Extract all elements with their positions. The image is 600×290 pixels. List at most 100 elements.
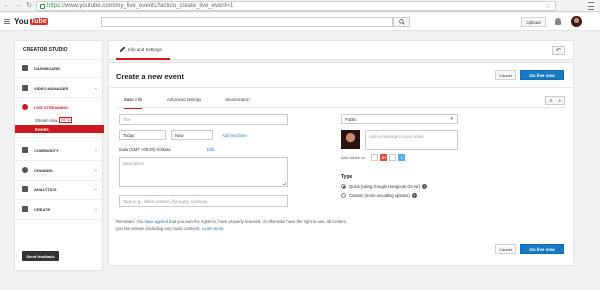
resize-handle[interactable] bbox=[283, 182, 286, 185]
timezone-label: India (GMT +05:30) Kolkata bbox=[119, 147, 171, 152]
divider bbox=[15, 180, 104, 181]
notifications-bell-icon[interactable] bbox=[555, 18, 561, 25]
search-button[interactable] bbox=[393, 17, 410, 27]
logo-you: You bbox=[14, 17, 29, 26]
radio-button[interactable] bbox=[341, 184, 346, 189]
create-icon bbox=[22, 206, 28, 212]
address-bar[interactable]: https:// www.youtube.com/my_live_events?… bbox=[36, 1, 556, 11]
chevron-down-icon: ⌄ bbox=[93, 186, 98, 192]
twitter-icon[interactable]: t bbox=[398, 154, 406, 161]
lock-icon bbox=[40, 3, 45, 9]
divider bbox=[116, 107, 566, 108]
back-arrow-icon[interactable]: ← bbox=[3, 2, 11, 10]
help-icon[interactable]: ? bbox=[411, 193, 417, 198]
divider bbox=[15, 97, 104, 98]
sidebar-subitem-stream-now[interactable]: Stream now BETA bbox=[15, 116, 104, 124]
share-checkbox[interactable] bbox=[371, 154, 379, 161]
help-icon[interactable]: ? bbox=[422, 184, 428, 189]
tab-info-and-settings[interactable]: Info and Settings bbox=[116, 41, 170, 60]
account-avatar[interactable] bbox=[571, 16, 582, 27]
logo-tube: Tube bbox=[29, 18, 48, 25]
sidebar-item-label: ANALYTICS bbox=[34, 186, 57, 192]
browser-toolbar: ← → ↻ https:// www.youtube.com/my_live_e… bbox=[0, 0, 600, 12]
subitem-label: Stream now bbox=[35, 117, 58, 123]
event-tabstrip: Info and Settings ↶ bbox=[108, 40, 574, 60]
rights-reminder: Reminder: You have agreed that you own t… bbox=[116, 219, 349, 232]
send-feedback-button[interactable]: Send feedback bbox=[22, 251, 59, 261]
also-share-row: Also share on G+ t bbox=[341, 154, 406, 161]
dashboard-icon bbox=[22, 65, 28, 71]
share-checkbox[interactable] bbox=[389, 154, 397, 161]
view-options-toggle[interactable]: ⚙ ▾ bbox=[545, 96, 565, 105]
privacy-select[interactable]: Public ▾ bbox=[341, 114, 458, 124]
tab-monetization[interactable]: Monetization bbox=[226, 97, 250, 102]
start-date-input[interactable]: Today bbox=[119, 130, 166, 140]
creator-studio-sidebar: CREATOR STUDIO DASHBOARD VIDEO MANAGER ⌄… bbox=[14, 40, 104, 271]
sidebar-item-channel[interactable]: CHANNEL ⌄ bbox=[15, 165, 104, 175]
sidebar-item-dashboard[interactable]: DASHBOARD bbox=[15, 63, 104, 73]
tab-label: Info and Settings bbox=[128, 47, 162, 52]
tab-advanced-settings[interactable]: Advanced settings bbox=[167, 97, 201, 102]
subitem-label: Events bbox=[35, 126, 49, 132]
cancel-button-bottom[interactable]: Cancel bbox=[495, 244, 516, 254]
youtube-header: You Tube Upload bbox=[0, 13, 600, 31]
sidebar-item-label: VIDEO MANAGER bbox=[34, 85, 69, 91]
sidebar-item-label: CREATE bbox=[34, 206, 51, 212]
add-end-time-link[interactable]: Add end time bbox=[222, 133, 247, 138]
type-custom-option[interactable]: Custom (more encoding options) ? bbox=[341, 193, 417, 198]
sidebar-item-live-streaming[interactable]: LIVE STREAMING bbox=[15, 102, 104, 112]
video-manager-icon bbox=[22, 85, 28, 91]
go-live-now-button[interactable]: Go live now bbox=[520, 70, 564, 80]
browser-menu-icon[interactable] bbox=[588, 2, 594, 10]
url-scheme: https:// bbox=[47, 3, 66, 9]
learn-more-link[interactable]: Learn more. bbox=[202, 226, 225, 231]
guide-menu-icon[interactable] bbox=[4, 19, 10, 24]
settings-icon: ⚙ bbox=[549, 98, 553, 103]
type-heading: Type bbox=[341, 174, 353, 180]
divider bbox=[15, 137, 104, 138]
divider bbox=[15, 59, 104, 60]
tags-input[interactable]: Tags (e.g., albert einstein, flying pig,… bbox=[119, 195, 288, 207]
sidebar-item-community[interactable]: COMMUNITY ⌄ bbox=[15, 145, 104, 155]
sidebar-subitem-events[interactable]: Events bbox=[15, 125, 104, 133]
message-placeholder: Add a message to your video bbox=[369, 134, 424, 139]
also-share-label: Also share on bbox=[341, 155, 366, 160]
back-button[interactable]: ↶ bbox=[552, 46, 565, 55]
type-quick-option[interactable]: Quick (using Google Hangouts On Air) ? bbox=[341, 184, 428, 189]
chevron-down-icon: ⌄ bbox=[93, 147, 98, 153]
go-live-now-button-bottom[interactable]: Go live now bbox=[520, 244, 564, 254]
caret-down-icon: ▾ bbox=[450, 116, 453, 122]
youtube-logo[interactable]: You Tube bbox=[14, 17, 48, 26]
sidebar-item-label: COMMUNITY bbox=[34, 147, 59, 153]
sidebar-item-create[interactable]: CREATE ⌄ bbox=[15, 204, 104, 214]
divider bbox=[109, 87, 573, 88]
url-text: www.youtube.com/my_live_events?action_cr… bbox=[65, 3, 234, 9]
reminder-prefix: Reminder: You bbox=[116, 219, 145, 224]
sidebar-title: CREATOR STUDIO bbox=[23, 47, 68, 53]
beta-badge: BETA bbox=[59, 117, 73, 123]
caret-down-icon: ▾ bbox=[558, 98, 561, 103]
have-agreed-link[interactable]: have agreed bbox=[145, 219, 168, 224]
forward-arrow-icon[interactable]: → bbox=[14, 2, 22, 10]
message-textarea[interactable]: Add a message to your video bbox=[365, 130, 458, 150]
chevron-down-icon: ⌄ bbox=[93, 206, 98, 212]
timezone-edit-link[interactable]: Edit bbox=[207, 147, 214, 152]
bookmark-star-icon[interactable]: ☆ bbox=[545, 2, 551, 11]
pencil-icon bbox=[120, 47, 125, 52]
reload-icon[interactable]: ↻ bbox=[25, 2, 33, 10]
live-streaming-icon bbox=[22, 104, 28, 110]
title-input[interactable]: Title bbox=[119, 114, 288, 125]
channel-icon bbox=[22, 167, 28, 173]
sidebar-item-analytics[interactable]: ANALYTICS ⌄ bbox=[15, 184, 104, 194]
upload-button[interactable]: Upload bbox=[521, 17, 546, 27]
sidebar-item-label: LIVE STREAMING bbox=[34, 104, 69, 110]
create-event-panel: Create a new event Cancel Go live now Ba… bbox=[108, 62, 574, 266]
sidebar-item-video-manager[interactable]: VIDEO MANAGER ⌄ bbox=[15, 83, 104, 93]
radio-button[interactable] bbox=[341, 193, 346, 198]
start-time-input[interactable]: Now bbox=[171, 130, 213, 140]
search-input[interactable] bbox=[101, 17, 393, 27]
description-textarea[interactable]: Description bbox=[119, 157, 288, 187]
analytics-icon bbox=[22, 186, 28, 192]
google-plus-icon[interactable]: G+ bbox=[380, 154, 388, 161]
cancel-button[interactable]: Cancel bbox=[495, 70, 516, 80]
